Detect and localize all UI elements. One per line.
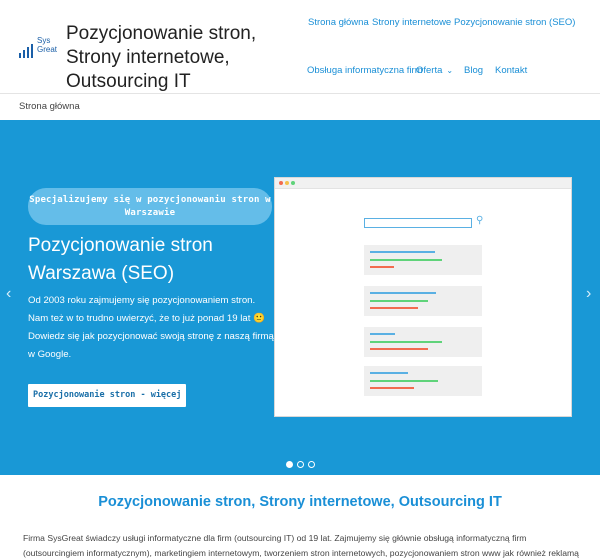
breadcrumb[interactable]: Strona główna (19, 101, 80, 112)
section-title: Pozycjonowanie stron, Strony internetowe… (98, 494, 502, 510)
hero-title: Pozycjonowanie stron Warszawa (SEO) (28, 235, 213, 284)
site-logo[interactable]: Sys Great (19, 36, 59, 58)
slider-dot[interactable] (308, 461, 315, 468)
slider-prev-arrow-icon[interactable]: ‹ (6, 286, 11, 302)
nav-item-offer-label: Oferta (416, 65, 443, 76)
nav-item-offer[interactable]: Oferta ⌄ (416, 65, 453, 76)
search-icon: ⚲ (476, 215, 484, 226)
intro-text: Firma SysGreat świadczy usługi informaty… (23, 533, 579, 558)
site-title[interactable]: Pozycjonowanie stron, Strony internetowe… (66, 22, 296, 94)
slider-dots (286, 461, 315, 468)
browser-dot-red (279, 181, 283, 185)
nav-item-blog[interactable]: Blog (464, 65, 483, 76)
slider-dot[interactable] (297, 461, 304, 468)
nav-item-contact[interactable]: Kontakt (495, 65, 527, 76)
nav-item-seo[interactable]: Pozycjonowanie stron (SEO) (454, 17, 575, 28)
browser-dot-yellow (285, 181, 289, 185)
hero-slider: ‹ › Specjalizujemy się w pozycjonowaniu … (0, 120, 600, 475)
hero-more-button[interactable]: Pozycjonowanie stron - więcej (28, 384, 187, 407)
slider-next-arrow-icon[interactable]: › (586, 286, 591, 302)
breadcrumb-bar: Strona główna (0, 93, 600, 120)
logo-text: Sys Great (37, 36, 58, 54)
main-nav: Strona główna Strony internetowe Pozycjo… (300, 0, 600, 93)
nav-item-it-service[interactable]: Obsługa informatyczna firm (307, 65, 423, 76)
browser-topbar (275, 178, 571, 189)
nav-item-home[interactable]: Strona główna (308, 17, 369, 28)
hero-text: Od 2003 roku zajmujemy się pozycjonowani… (28, 295, 274, 360)
browser-dot-green (291, 181, 295, 185)
slider-dot[interactable] (286, 461, 293, 468)
site-header: Sys Great Pozycjonowanie stron, Strony i… (0, 0, 600, 93)
mock-result-card (364, 327, 482, 357)
mock-result-card (364, 366, 482, 396)
search-results-illustration: ⚲ (274, 177, 572, 417)
mock-result-card (364, 286, 482, 316)
nav-item-websites[interactable]: Strony internetowe (372, 17, 451, 28)
hero-pill-badge: Specjalizujemy się w pozycjonowaniu stro… (28, 188, 272, 225)
signal-bars-icon (19, 44, 33, 58)
chevron-down-icon: ⌄ (446, 66, 454, 75)
mock-search-field (364, 218, 472, 228)
mock-result-card (364, 245, 482, 275)
